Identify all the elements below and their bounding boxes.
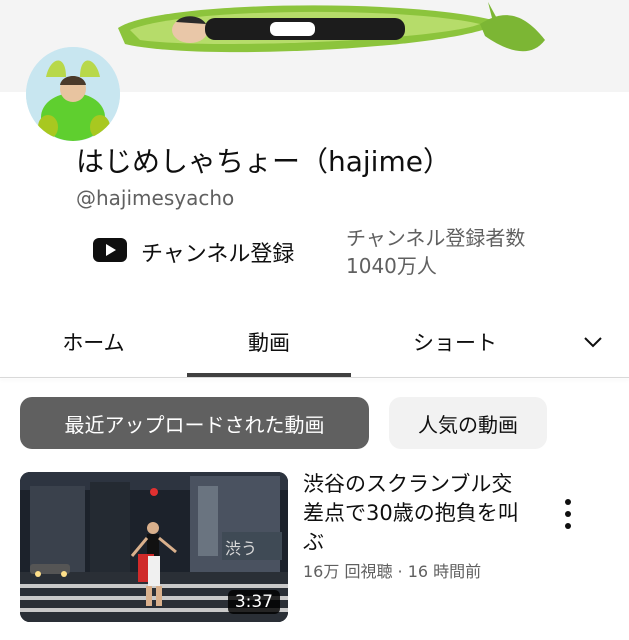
filter-chip-recent[interactable]: 最近アップロードされた動画 <box>20 397 369 449</box>
channel-avatar[interactable] <box>26 47 120 141</box>
more-vert-icon <box>565 499 571 529</box>
video-more-button[interactable] <box>556 494 580 534</box>
channel-handle: @hajimesyacho <box>76 186 235 210</box>
tabs-more-button[interactable] <box>568 306 618 378</box>
chevron-down-icon <box>584 337 602 348</box>
subscriber-count-value: 1040万人 <box>346 254 437 278</box>
subscriber-count-label: チャンネル登録者数 <box>346 226 526 250</box>
channel-name: はじめしゃちょー（hajime） <box>76 145 451 178</box>
video-duration: 3:37 <box>227 590 280 614</box>
filter-chip-popular[interactable]: 人気の動画 <box>389 397 547 449</box>
video-thumbnail[interactable]: 渋う 3:37 <box>20 472 288 622</box>
subscribe-button[interactable]: チャンネル登録 <box>93 232 294 272</box>
tab-home[interactable]: ホーム <box>0 306 187 378</box>
video-meta: 16万 回視聴 · 16 時間前 <box>303 562 482 581</box>
active-tab-indicator <box>187 373 351 377</box>
video-title[interactable]: 渋谷のスクランブル交差点で30歳の抱負を叫ぶ <box>303 470 523 557</box>
tab-shorts[interactable]: ショート <box>361 306 549 378</box>
youtube-play-icon <box>93 238 127 266</box>
tabs-divider <box>0 377 629 378</box>
channel-tabs: ホーム 動画 ショート <box>0 306 629 378</box>
svg-text:渋う: 渋う <box>225 539 257 558</box>
subscribe-label: チャンネル登録 <box>141 242 295 267</box>
subscriber-count: チャンネル登録者数 1040万人 <box>346 224 525 280</box>
tab-videos[interactable]: 動画 <box>187 306 351 378</box>
avatar-image <box>26 47 120 141</box>
